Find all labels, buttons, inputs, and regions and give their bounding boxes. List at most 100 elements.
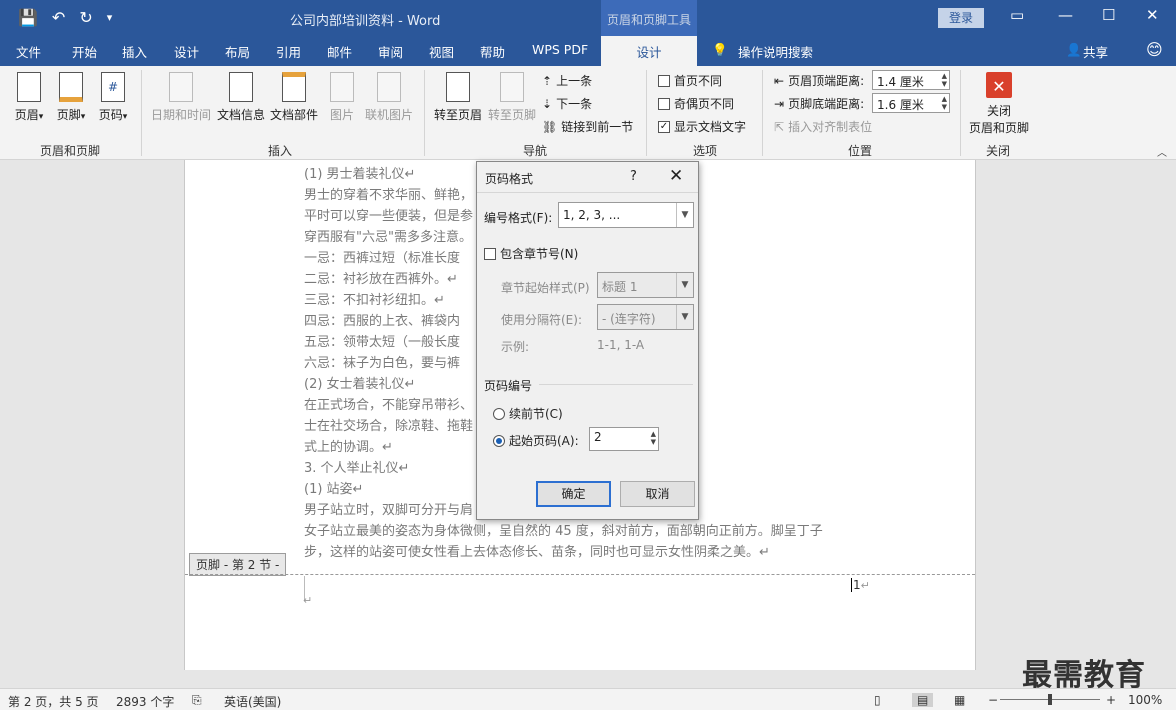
dialog-help-icon[interactable]: ? — [630, 169, 637, 184]
footer-page-number: 1 — [853, 578, 861, 592]
footer-bottom-distance-label-group: ⇥ 页脚底端距离: — [774, 95, 864, 112]
first-page-different-label: 首页不同 — [674, 74, 723, 88]
cancel-button[interactable]: 取消 — [620, 481, 695, 507]
tab-home[interactable]: 开始 — [72, 42, 97, 61]
ok-button[interactable]: 确定 — [536, 481, 611, 507]
number-format-dropdown[interactable]: 1, 2, 3, ... ▼ — [558, 202, 694, 228]
tab-wps-pdf[interactable]: WPS PDF — [532, 42, 588, 57]
footer-bottom-distance-spinner[interactable]: 1.6 厘米 ▲ ▼ — [872, 93, 950, 113]
picture-button[interactable]: 图片 — [327, 72, 357, 123]
tell-me-search[interactable]: 操作说明搜索 — [738, 42, 813, 61]
footer-button[interactable]: 页脚▾ — [56, 72, 86, 123]
print-layout-icon[interactable]: ▤ — [912, 693, 934, 707]
next-button[interactable]: ⇣ 下一条 — [542, 95, 592, 112]
close-header-footer-button[interactable]: ✕ 关闭 页眉和页脚 — [966, 72, 1032, 136]
window-title: 公司内部培训资料 - Word — [290, 14, 441, 29]
dialog-title: 页码格式 — [485, 172, 534, 186]
goto-header-label: 转至页眉 — [433, 108, 482, 122]
page-gap — [184, 670, 976, 688]
online-picture-icon — [377, 72, 401, 102]
redo-icon[interactable]: ↻ — [79, 8, 92, 27]
login-button[interactable]: 登录 — [938, 8, 984, 28]
start-at-spinner[interactable]: 2 ▲ ▼ — [589, 427, 659, 451]
number-format-label: 编号格式(F): — [484, 211, 553, 225]
goto-footer-label: 转至页脚 — [487, 108, 536, 122]
chevron-down-icon: ▼ — [676, 305, 693, 329]
page-number-label: 页码 — [98, 108, 123, 122]
web-layout-icon[interactable]: ▦ — [954, 693, 965, 707]
online-picture-button[interactable]: 联机图片 — [364, 72, 414, 123]
start-at-radio[interactable]: 起始页码(A): — [493, 432, 579, 449]
ribbon-display-options-icon[interactable]: ▭ — [1010, 6, 1024, 24]
spinner-arrows-icon[interactable]: ▲ ▼ — [942, 95, 947, 111]
save-icon[interactable]: 💾 — [18, 8, 38, 27]
odd-even-different-checkbox[interactable]: 奇偶页不同 — [658, 95, 734, 112]
footer-distance-icon: ⇥ — [774, 96, 785, 111]
goto-footer-button[interactable]: 转至页脚 — [486, 72, 538, 123]
doc-parts-button[interactable]: 文档部件 — [269, 72, 319, 123]
goto-header-button[interactable]: 转至页眉 — [432, 72, 484, 123]
footer-boundary-line — [185, 574, 975, 575]
smiley-feedback-icon[interactable]: 😊 — [1146, 40, 1163, 59]
radio-selected-icon — [493, 434, 505, 447]
first-page-different-checkbox[interactable]: 首页不同 — [658, 72, 722, 89]
zoom-percentage[interactable]: 100% — [1128, 693, 1162, 707]
date-time-button[interactable]: 日期和时间 — [150, 72, 212, 123]
separator — [960, 70, 961, 156]
tab-review[interactable]: 审阅 — [378, 42, 403, 61]
maximize-icon[interactable]: ☐ — [1102, 6, 1115, 24]
close-window-icon[interactable]: ✕ — [1146, 6, 1159, 24]
link-to-previous-button[interactable]: ⛓ 链接到前一节 — [542, 118, 633, 135]
doc-info-button[interactable]: 文档信息 — [216, 72, 266, 123]
zoom-in-button[interactable]: + — [1106, 693, 1116, 707]
minimize-icon[interactable]: — — [1058, 6, 1073, 24]
include-chapter-checkbox[interactable]: 包含章节号(N) — [484, 245, 578, 262]
checkbox-unchecked-icon — [658, 97, 670, 110]
separator-dropdown[interactable]: - (连字符) ▼ — [597, 304, 694, 330]
read-mode-icon[interactable]: ▯ — [874, 693, 881, 707]
proofing-icon[interactable]: ⎘ — [192, 693, 202, 708]
word-count[interactable]: 2893 个字 — [116, 693, 174, 710]
chapter-style-dropdown[interactable]: 标题 1 ▼ — [597, 272, 694, 298]
collapse-ribbon-icon[interactable]: ︿ — [1157, 144, 1167, 159]
separator — [141, 70, 142, 156]
zoom-slider-thumb[interactable] — [1048, 694, 1052, 705]
insert-alignment-tab-button[interactable]: ⇱ 插入对齐制表位 — [774, 118, 872, 135]
include-chapter-label: 包含章节号(N) — [500, 247, 579, 261]
spinner-arrows-icon[interactable]: ▲ ▼ — [651, 430, 656, 446]
tab-references[interactable]: 引用 — [276, 42, 301, 61]
customize-qat-icon[interactable]: ▾ — [107, 8, 113, 27]
continue-from-previous-radio[interactable]: 续前节(C) — [493, 405, 563, 422]
tab-help[interactable]: 帮助 — [480, 42, 505, 61]
footer-section-label: 页脚 - 第 2 节 - — [189, 553, 287, 576]
tab-mailings[interactable]: 邮件 — [327, 42, 352, 61]
doc-line: 女子站立最美的姿态为身体微侧，呈自然的 45 度，斜对前方，面部朝向正前方。脚呈… — [304, 524, 823, 539]
show-document-text-checkbox[interactable]: ✓ 显示文档文字 — [658, 118, 746, 135]
date-time-label: 日期和时间 — [150, 108, 211, 122]
header-button[interactable]: 页眉▾ — [14, 72, 44, 123]
spinner-arrows-icon[interactable]: ▲ ▼ — [942, 72, 947, 88]
zoom-out-button[interactable]: − — [988, 693, 998, 707]
page-count[interactable]: 第 2 页，共 5 页 — [8, 693, 99, 710]
tab-file[interactable]: 文件 — [16, 42, 41, 61]
dialog-close-icon[interactable]: ✕ — [669, 166, 683, 186]
footer-page-number-field[interactable]: 1↵ — [851, 578, 870, 592]
chapter-style-label: 章节起始样式(P) — [501, 281, 590, 295]
header-top-distance-spinner[interactable]: 1.4 厘米 ▲ ▼ — [872, 70, 950, 90]
page-number-button[interactable]: # 页码▾ — [98, 72, 128, 123]
language-indicator[interactable]: 英语(美国) — [224, 693, 281, 710]
tab-design[interactable]: 设计 — [174, 42, 199, 61]
tab-insert[interactable]: 插入 — [122, 42, 147, 61]
tab-layout[interactable]: 布局 — [225, 42, 250, 61]
page-number-format-dialog: 页码格式 ? ✕ 编号格式(F): 1, 2, 3, ... ▼ 包含章节号(N… — [476, 161, 699, 520]
undo-icon[interactable]: ↶ — [52, 8, 65, 27]
tab-header-footer-design[interactable]: 设计 — [601, 36, 697, 66]
checkbox-unchecked-icon — [484, 247, 496, 260]
tab-view[interactable]: 视图 — [429, 42, 454, 61]
share-button[interactable]: 共享 — [1083, 42, 1108, 61]
footer-return-mark: ↵ — [303, 594, 313, 607]
footer-label: 页脚 — [56, 108, 81, 122]
previous-button[interactable]: ⇡ 上一条 — [542, 72, 592, 89]
example-value: 1-1, 1-A — [597, 338, 645, 352]
group-label-insert: 插入 — [267, 144, 292, 158]
